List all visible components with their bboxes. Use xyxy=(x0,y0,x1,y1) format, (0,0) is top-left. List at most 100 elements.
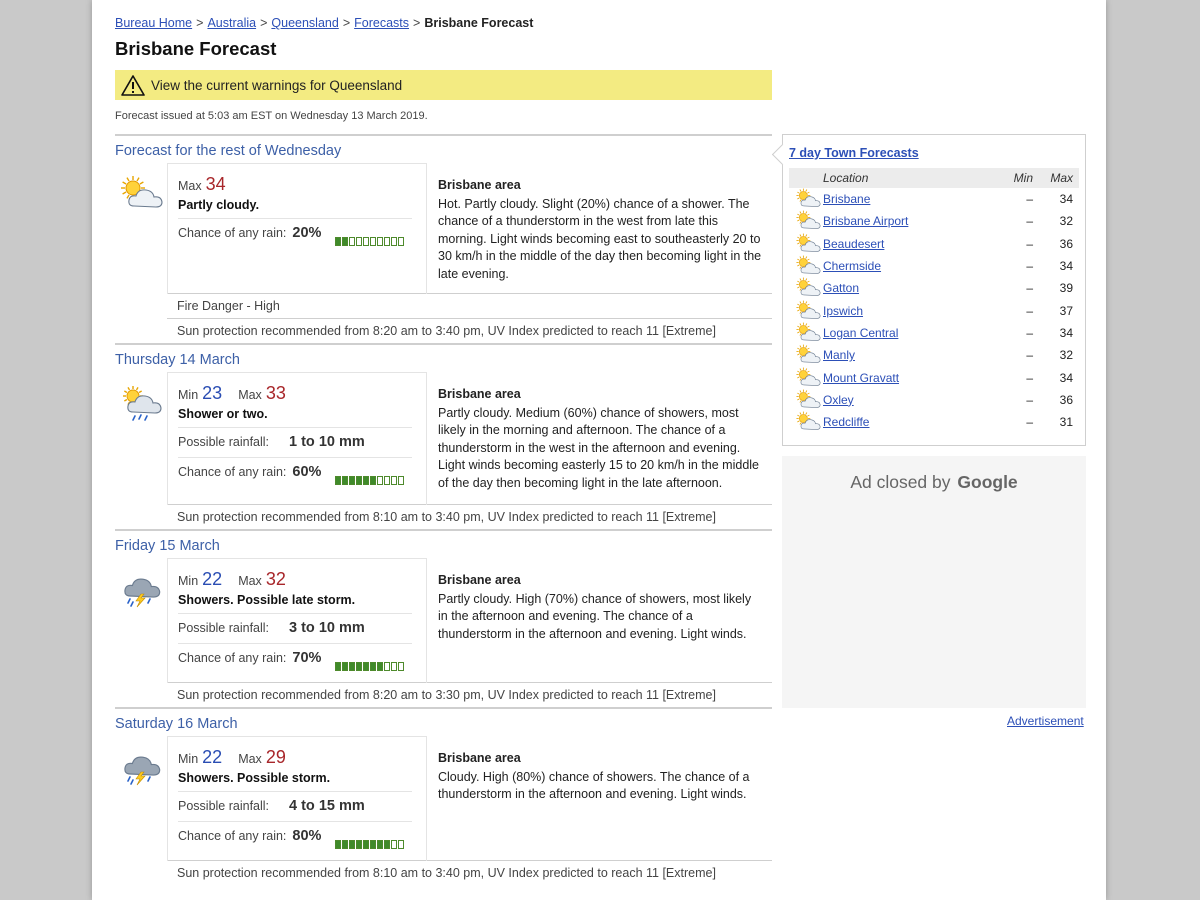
rain-chance-segment xyxy=(398,840,405,850)
town-forecasts-panel: 7 day Town Forecasts Location Min Max Br… xyxy=(782,134,1086,446)
rain-chance-segment xyxy=(384,237,391,247)
town-cell: Brisbane xyxy=(823,188,999,210)
area-title: Brisbane area xyxy=(438,751,521,765)
town-cell: Redcliffe xyxy=(823,411,999,433)
max-temp: 34 xyxy=(205,174,226,194)
partly-cloudy-icon xyxy=(789,210,823,232)
forecast-day: Saturday 16 March Min 22 Max 29 Showers. Poss… xyxy=(115,707,772,885)
chance-of-rain-value: 60% xyxy=(292,464,322,480)
max-temp: 33 xyxy=(265,383,286,403)
rain-chance-segment xyxy=(391,662,398,672)
town-link[interactable]: Beaudesert xyxy=(823,237,884,251)
rain-chance-segment xyxy=(370,476,377,486)
town-max: 32 xyxy=(1059,214,1073,229)
area-forecast-text: Partly cloudy. Medium (60%) chance of sh… xyxy=(438,405,760,490)
town-table-body: Brisbane – 34 Brisbane Airport – 32 Beaudesert… xyxy=(789,188,1079,433)
chance-of-rain-value: 20% xyxy=(292,225,322,241)
breadcrumb-item-brisbane-forecast: Brisbane Forecast xyxy=(424,16,534,30)
possible-rainfall-row: Possible rainfall: 3 to 10 mm xyxy=(178,613,412,643)
ad-closed-label: Ad closed by xyxy=(850,472,951,492)
area-forecast-text: Cloudy. High (80%) chance of showers. Th… xyxy=(438,769,750,802)
town-max: 34 xyxy=(1059,325,1073,340)
min-column-header: Min xyxy=(999,168,1039,188)
chance-of-rain-row: Chance of any rain: 70% xyxy=(178,643,412,673)
town-link[interactable]: Brisbane Airport xyxy=(823,214,908,228)
precis: Shower or two. xyxy=(178,407,268,421)
town-link[interactable]: Logan Central xyxy=(823,326,898,340)
chance-of-rain-row: Chance of any rain: 60% xyxy=(178,457,412,487)
town-link[interactable]: Manly xyxy=(823,348,855,362)
town-row: Ipswich – 37 xyxy=(789,299,1079,321)
town-max: 36 xyxy=(1059,236,1073,251)
town-cell: Manly xyxy=(823,344,999,366)
rain-chance-segment xyxy=(363,840,370,850)
rain-chance-segment xyxy=(335,476,342,486)
rain-chance-segment xyxy=(342,840,349,850)
rain-chance-segment xyxy=(398,476,405,486)
possible-rainfall-label: Possible rainfall: xyxy=(178,799,270,813)
area-title: Brisbane area xyxy=(438,178,521,192)
breadcrumb-item-bureau-home[interactable]: Bureau Home xyxy=(115,16,192,30)
town-cell: Brisbane Airport xyxy=(823,210,999,232)
day-heading: Forecast for the rest of Wednesday xyxy=(115,143,342,159)
rain-chance-segment xyxy=(349,840,356,850)
rain-chance-bar xyxy=(335,831,405,850)
google-logo: Google xyxy=(957,472,1018,492)
town-link[interactable]: Redcliffe xyxy=(823,415,869,429)
advertisement-link[interactable]: Advertisement xyxy=(1007,714,1084,728)
town-row: Beaudesert – 36 xyxy=(789,233,1079,255)
breadcrumb-item-forecasts[interactable]: Forecasts xyxy=(354,16,409,30)
day-heading: Saturday 16 March xyxy=(115,716,238,732)
rain-chance-segment xyxy=(384,662,391,672)
shower-icon xyxy=(119,384,163,421)
town-link[interactable]: Oxley xyxy=(823,393,854,407)
sun-protection: Sun protection recommended from 8:10 am … xyxy=(167,860,772,885)
town-link[interactable]: Chermside xyxy=(823,259,881,273)
town-link[interactable]: Brisbane xyxy=(823,192,870,206)
area-forecast-text: Partly cloudy. High (70%) chance of show… xyxy=(438,591,752,641)
town-cell: Mount Gravatt xyxy=(823,366,999,388)
warning-link[interactable]: View the current warnings for Queensland xyxy=(151,78,402,93)
day-summary: Min 23 Max 33 Shower or two. Possible rainfal… xyxy=(167,372,427,505)
town-table-header: Location Min Max xyxy=(789,168,1079,188)
day-summary: Min 22 Max 29 Showers. Possible storm. Possib… xyxy=(167,736,427,861)
rain-chance-segment xyxy=(349,476,356,486)
rain-chance-segment xyxy=(377,840,384,850)
town-min: – xyxy=(1026,303,1033,318)
temperatures: Max 34 xyxy=(178,172,412,196)
breadcrumb-item-australia[interactable]: Australia xyxy=(207,16,256,30)
precis: Showers. Possible storm. xyxy=(178,771,331,785)
breadcrumb-item-queensland[interactable]: Queensland xyxy=(271,16,338,30)
town-link[interactable]: Ipswich xyxy=(823,304,863,318)
town-row: Brisbane Airport – 32 xyxy=(789,210,1079,232)
day-body: Min 22 Max 32 Showers. Possible late storm. P… xyxy=(115,558,772,683)
storm-icon xyxy=(119,748,163,786)
day-summary: Min 22 Max 32 Showers. Possible late storm. P… xyxy=(167,558,427,683)
chance-of-rain-value: 80% xyxy=(292,828,322,844)
rain-chance-segment xyxy=(342,662,349,672)
town-forecasts-link[interactable]: 7 day Town Forecasts xyxy=(789,146,919,160)
max-temp: 32 xyxy=(265,569,286,589)
area-title: Brisbane area xyxy=(438,387,521,401)
possible-rainfall-row: Possible rainfall: 4 to 15 mm xyxy=(178,791,412,821)
forecast-day: Thursday 14 March Min 23 Max 33 Shower or two… xyxy=(115,343,772,529)
max-column-header: Max xyxy=(1039,168,1079,188)
town-min: – xyxy=(1026,392,1033,407)
rain-chance-segment xyxy=(384,476,391,486)
town-link[interactable]: Mount Gravatt xyxy=(823,371,899,385)
rain-chance-segment xyxy=(391,840,398,850)
town-cell: Gatton xyxy=(823,277,999,299)
partly-cloudy-icon xyxy=(119,175,163,211)
chance-of-rain-row: Chance of any rain: 20% xyxy=(178,218,412,248)
rain-chance-segment xyxy=(398,237,405,247)
day-heading: Friday 15 March xyxy=(115,538,220,554)
town-row: Oxley – 36 xyxy=(789,389,1079,411)
rain-chance-segment xyxy=(349,662,356,672)
town-min: – xyxy=(1026,259,1033,274)
town-link[interactable]: Gatton xyxy=(823,281,859,295)
town-row: Manly – 32 xyxy=(789,344,1079,366)
fire-danger: Fire Danger - High xyxy=(167,293,772,318)
partly-cloudy-icon xyxy=(789,277,823,299)
warning-banner[interactable]: View the current warnings for Queensland xyxy=(115,70,772,100)
partly-cloudy-icon xyxy=(789,366,823,388)
